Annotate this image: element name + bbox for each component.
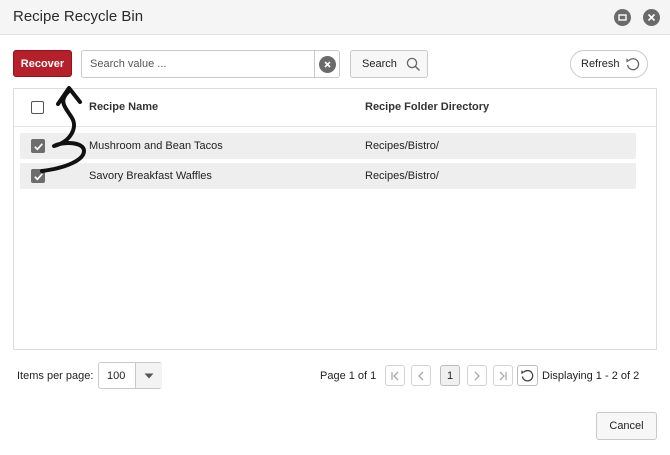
recipe-grid: Recipe Name Recipe Folder Directory Mush…	[13, 88, 657, 350]
column-header-folder-directory[interactable]: Recipe Folder Directory	[365, 101, 489, 113]
page-size-dropdown-toggle[interactable]	[135, 363, 162, 388]
close-window-button[interactable]	[643, 9, 660, 26]
dialog-titlebar: Recipe Recycle Bin	[0, 0, 670, 35]
table-row[interactable]: Mushroom and Bean Tacos Recipes/Bistro/	[20, 133, 636, 159]
chevron-down-icon	[144, 373, 154, 378]
search-input[interactable]	[82, 51, 314, 77]
first-page-icon	[391, 371, 399, 380]
page-info: Page 1 of 1	[320, 370, 377, 382]
pager-refresh-button[interactable]	[517, 365, 538, 386]
close-icon	[647, 13, 656, 22]
cancel-button[interactable]: Cancel	[596, 412, 657, 440]
page-size-value: 100	[107, 370, 126, 382]
recipe-name-cell: Mushroom and Bean Tacos	[89, 140, 223, 152]
search-box	[81, 50, 340, 78]
displaying-count: Displaying 1 - 2 of 2	[542, 370, 640, 382]
dialog-title: Recipe Recycle Bin	[13, 8, 144, 25]
grid-header: Recipe Name Recipe Folder Directory	[14, 89, 656, 127]
chevron-right-icon	[474, 371, 480, 380]
items-per-page-label: Items per page:	[17, 370, 94, 382]
previous-page-button[interactable]	[411, 365, 431, 386]
select-all-checkbox[interactable]	[31, 101, 44, 114]
refresh-icon	[626, 58, 640, 71]
search-icon	[406, 57, 420, 71]
recipe-directory-cell: Recipes/Bistro/	[365, 170, 439, 182]
refresh-icon	[521, 369, 534, 382]
clear-search-icon	[324, 60, 331, 68]
current-page-button[interactable]: 1	[440, 365, 460, 386]
row-checkbox[interactable]	[31, 169, 45, 183]
chevron-left-icon	[418, 371, 424, 380]
last-page-icon	[499, 371, 507, 380]
search-button[interactable]: Search	[350, 50, 428, 78]
clear-search-button[interactable]	[314, 51, 340, 77]
row-checkbox[interactable]	[31, 139, 45, 153]
page-size-dropdown[interactable]: 100	[98, 362, 162, 389]
refresh-button[interactable]: Refresh	[570, 50, 648, 78]
refresh-button-label: Refresh	[581, 58, 620, 70]
last-page-button[interactable]	[493, 365, 513, 386]
column-header-recipe-name[interactable]: Recipe Name	[89, 101, 158, 113]
first-page-button[interactable]	[385, 365, 405, 386]
recipe-directory-cell: Recipes/Bistro/	[365, 140, 439, 152]
check-icon	[33, 172, 43, 181]
next-page-button[interactable]	[467, 365, 487, 386]
restore-window-button[interactable]	[614, 9, 631, 26]
table-row[interactable]: Savory Breakfast Waffles Recipes/Bistro/	[20, 163, 636, 189]
recover-button[interactable]: Recover	[13, 50, 72, 77]
search-button-label: Search	[362, 58, 397, 70]
window-restore-icon	[618, 14, 627, 21]
recipe-name-cell: Savory Breakfast Waffles	[89, 170, 212, 182]
check-icon	[33, 142, 43, 151]
